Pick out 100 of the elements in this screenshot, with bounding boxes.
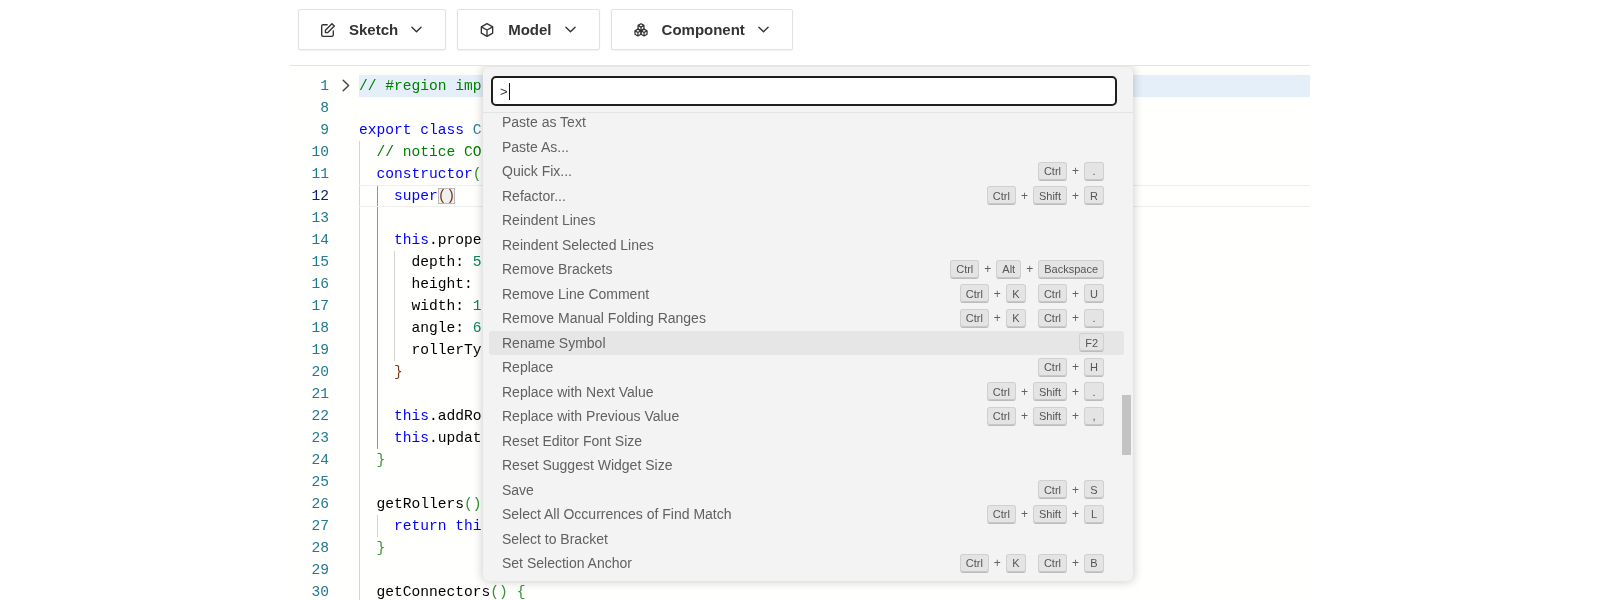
command-label[interactable]: Replace with Next Value [502, 383, 987, 400]
plus-sign: + [1072, 556, 1079, 571]
keyboard-key: Ctrl [986, 382, 1016, 402]
plus-sign: + [993, 311, 1001, 326]
keyboard-key: Ctrl [1037, 308, 1067, 328]
command-label[interactable]: Quick Fix... [502, 163, 1038, 180]
plus-sign: + [993, 556, 1001, 571]
code-line: angle: 6 [411, 319, 482, 336]
command-label[interactable]: Set Selection Anchor [502, 555, 960, 572]
code-line: width: 1 [411, 297, 482, 314]
line-number: 30 [310, 583, 329, 600]
command-label[interactable]: Reindent Selected Lines [502, 236, 1104, 253]
scrollbar-thumb[interactable] [1122, 395, 1131, 455]
dropdown-button[interactable]: Component [610, 9, 793, 50]
keyboard-key: Ctrl [1037, 284, 1067, 304]
line-number: 9 [319, 121, 329, 138]
selected-row[interactable]: Rename Symbol F2 [489, 330, 1124, 355]
plus-sign: + [1072, 482, 1079, 497]
keyboard-key: Ctrl [986, 504, 1016, 524]
line-number: 16 [310, 275, 329, 292]
plus-sign: + [1072, 409, 1079, 424]
dropdown-button[interactable]: Sketch [298, 9, 447, 50]
cube-icon [480, 22, 495, 37]
code-line: } [376, 539, 386, 556]
keyboard-key: . [1084, 161, 1104, 181]
line-number: 19 [310, 341, 329, 358]
keyboard-key: Ctrl [1037, 480, 1067, 500]
line-number: 22 [310, 407, 329, 424]
keyboard-key: K [1005, 553, 1026, 573]
line-number: 26 [310, 495, 329, 512]
keyboard-key: Ctrl [950, 259, 980, 279]
code-line: } [376, 451, 386, 468]
line-number: 17 [310, 297, 329, 314]
command-label[interactable]: Paste as Text [502, 114, 1104, 131]
line-number: 14 [310, 231, 329, 248]
command-label[interactable]: Remove Brackets [502, 261, 951, 278]
command-label[interactable]: Remove Manual Folding Ranges [502, 310, 960, 327]
command-label[interactable]: Replace with Previous Value [502, 408, 987, 425]
line-number: 1 [319, 77, 329, 94]
command-label[interactable]: Select All Occurrences of Find Match [502, 506, 987, 523]
plus-sign: + [1020, 507, 1028, 522]
command-label[interactable]: Select to Bracket [502, 530, 1104, 547]
line-number: 18 [310, 319, 329, 336]
code-line: this.prope [394, 231, 482, 248]
plus-sign: + [1020, 188, 1028, 203]
code-line: this.updat [394, 429, 482, 446]
plus-sign: + [1072, 164, 1079, 179]
plus-sign: + [993, 286, 1001, 301]
keyboard-key: Shift [1032, 504, 1067, 524]
keyboard-key: Backspace [1038, 259, 1104, 279]
keyboard-key: K [1005, 308, 1026, 328]
line-number: 15 [310, 253, 329, 270]
code-line: height: [411, 275, 473, 292]
keyboard-key: Shift [1032, 406, 1067, 426]
line-number: 20 [310, 363, 329, 380]
code-line: getConnectors() { [376, 583, 526, 600]
command-label[interactable]: Remove Line Comment [502, 285, 960, 302]
code-line: return thi [394, 517, 482, 534]
plus-sign: + [1020, 409, 1028, 424]
keyboard-key: K [1005, 284, 1026, 304]
code-line: // #region imp [359, 77, 482, 94]
line-number: 23 [310, 429, 329, 446]
code-line: constructor( [376, 165, 482, 182]
code-line: export class C [359, 121, 482, 138]
plus-sign: + [1072, 188, 1079, 203]
command-label[interactable]: Reindent Lines [502, 212, 1104, 229]
command-label[interactable]: Reset Suggest Widget Size [502, 457, 1104, 474]
line-number: 25 [310, 473, 329, 490]
plus-sign: + [984, 262, 992, 277]
keyboard-key: Ctrl [959, 284, 989, 304]
keyboard-key: Ctrl [959, 308, 989, 328]
chevron-down-icon [411, 26, 423, 33]
keyboard-key: Shift [1032, 186, 1067, 206]
keyboard-key: L [1084, 504, 1104, 524]
chevron-down-icon [757, 26, 769, 33]
dropdown-button[interactable]: Model [457, 9, 600, 50]
command-label[interactable]: Replace [502, 359, 1038, 376]
keyboard-key: F2 [1079, 333, 1104, 353]
command-label[interactable]: Paste As... [502, 138, 1104, 155]
line-number: 21 [310, 385, 329, 402]
line-number: 28 [310, 539, 329, 556]
command-label[interactable]: Reset Editor Font Size [502, 432, 1104, 449]
line-number: 13 [310, 209, 329, 226]
chevron-right-icon[interactable] [342, 79, 350, 92]
plus-sign: + [1072, 286, 1079, 301]
keyboard-key: . [1084, 382, 1104, 402]
code-line: this.addRo [394, 407, 482, 424]
keyboard-key: Ctrl [986, 186, 1016, 206]
code-line: depth: 5 [411, 253, 482, 270]
keyboard-key: Ctrl [1037, 161, 1067, 181]
command-label[interactable]: Refactor... [502, 187, 987, 204]
command-label[interactable]: Rename Symbol [502, 334, 1080, 351]
plus-sign: + [1026, 262, 1034, 277]
command-label[interactable]: Save [502, 481, 1038, 498]
keyboard-key: H [1084, 357, 1104, 377]
command-input[interactable]: > [491, 76, 1117, 106]
code-line: rollerTy [411, 341, 482, 358]
keyboard-key: S [1084, 480, 1104, 500]
keyboard-key: , [1084, 406, 1104, 426]
plus-sign: + [1072, 384, 1079, 399]
